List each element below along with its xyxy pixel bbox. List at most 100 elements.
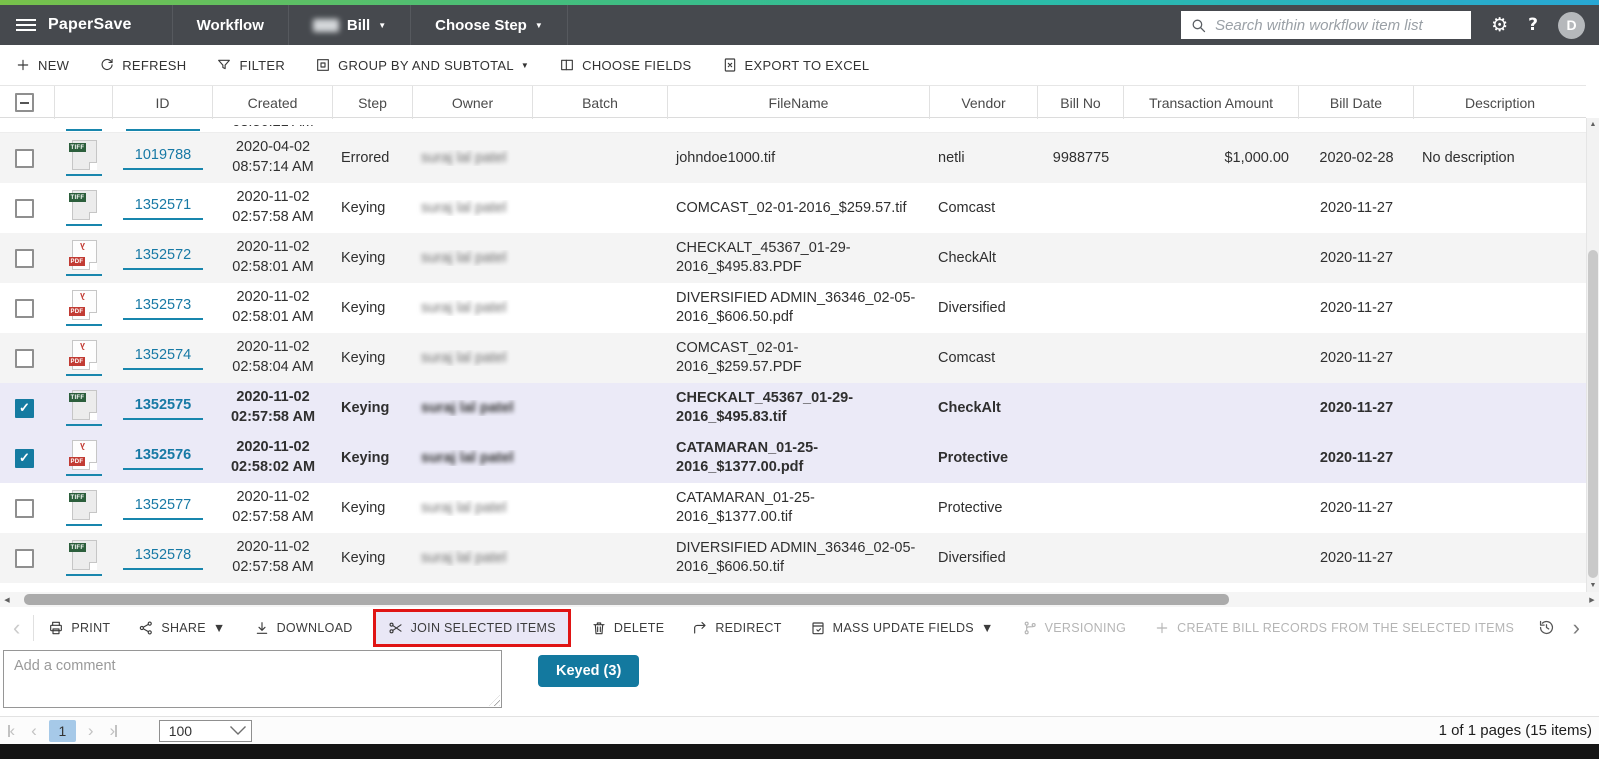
first-page-button[interactable]: ‹ — [0, 722, 23, 739]
page-size-select[interactable]: 100 — [158, 719, 252, 742]
toolbar-button-export-to-excel[interactable]: EXPORT TO EXCEL — [722, 57, 870, 73]
action-button-redirect[interactable]: REDIRECT — [678, 612, 795, 644]
table-row[interactable]: TIFF 1352571 2020-11-02 02:57:58 AM Keying su… — [0, 183, 1586, 233]
select-all-checkbox[interactable] — [15, 93, 34, 112]
table-row[interactable]: λ PDF 1352573 2020-11-02 02:58:01 AM Keying su… — [0, 283, 1586, 333]
toolbar-button-label: FILTER — [239, 57, 286, 73]
history-icon[interactable] — [1537, 618, 1556, 637]
row-checkbox[interactable] — [15, 548, 34, 568]
toolbar-button-new[interactable]: NEW — [15, 57, 69, 73]
previous-page-button[interactable]: ‹ — [23, 722, 45, 739]
actions-scroll-left-chevron[interactable]: ‹ — [0, 616, 33, 639]
avatar[interactable]: D — [1558, 11, 1585, 39]
scroll-right-arrow[interactable]: ▶ — [1585, 592, 1599, 607]
toolbar-button-choose-fields[interactable]: CHOOSE FIELDS — [559, 57, 691, 73]
nav-item-workflow[interactable]: Workflow — [173, 5, 288, 45]
table-row[interactable]: λ PDF 1352574 2020-11-02 02:58:04 AM Keying su… — [0, 333, 1586, 383]
pdf-file-icon[interactable]: λ PDF — [55, 440, 113, 476]
cell-step: Keying — [341, 450, 390, 466]
vertical-scroll-thumb[interactable] — [1588, 250, 1598, 578]
horizontal-scrollbar[interactable]: ◀ ▶ — [0, 592, 1599, 607]
tiff-file-icon[interactable]: TIFF — [55, 140, 113, 176]
row-checkbox[interactable]: ✓ — [15, 448, 34, 468]
toolbar-button-group-by-and-subtotal[interactable]: GROUP BY AND SUBTOTAL ▼ — [315, 57, 529, 73]
column-header-transaction-amount[interactable]: Transaction Amount — [1124, 86, 1299, 119]
item-id-link[interactable]: 1352573 — [122, 297, 204, 320]
actions-scroll-right-chevron[interactable]: › — [1560, 616, 1593, 639]
row-checkbox[interactable] — [15, 498, 34, 518]
gear-icon[interactable]: ⚙ — [1491, 15, 1508, 35]
keyed-status-button[interactable]: Keyed (3) — [538, 655, 640, 687]
search-input[interactable] — [1215, 16, 1463, 34]
scroll-up-arrow[interactable]: ▲ — [1587, 118, 1599, 131]
pdf-file-icon[interactable]: λ PDF — [55, 340, 113, 376]
item-id-link[interactable]: 1352574 — [122, 347, 204, 370]
action-button-join-selected-items[interactable]: JOIN SELECTED ITEMS — [372, 608, 571, 647]
cell-bill-date: 2020-11-27 — [1319, 500, 1394, 516]
last-page-button[interactable]: › — [102, 722, 125, 739]
table-row[interactable]: ✓ λ PDF 1352576 2020-11-02 02:58:02 AM Keying s… — [0, 433, 1586, 483]
row-checkbox[interactable] — [15, 198, 34, 218]
item-id-link[interactable]: 1019788 — [122, 147, 204, 170]
scroll-left-arrow[interactable]: ◀ — [0, 592, 14, 607]
table-row[interactable]: TIFF 1352578 2020-11-02 02:57:58 AM Keying su… — [0, 533, 1586, 583]
toolbar-button-filter[interactable]: FILTER — [216, 57, 285, 73]
item-id-link[interactable]: 1352576 — [122, 447, 204, 470]
vertical-scrollbar[interactable]: ▲ ▼ — [1586, 118, 1599, 592]
help-icon[interactable]: ? — [1528, 16, 1538, 34]
column-header-created[interactable]: Created — [213, 86, 333, 119]
column-header-bill-no[interactable]: Bill No — [1038, 86, 1124, 119]
action-button-download[interactable]: DOWNLOAD — [240, 612, 367, 644]
current-page-indicator[interactable]: 1 — [48, 719, 76, 742]
row-checkbox[interactable] — [15, 348, 34, 368]
column-header-vendor[interactable]: Vendor — [930, 86, 1038, 119]
pdf-file-icon[interactable]: λ PDF — [55, 290, 113, 326]
item-id-link[interactable]: 1352577 — [122, 497, 204, 520]
cell-filename: COMCAST_02-01-2016_$259.57.PDF — [676, 340, 802, 375]
table-row[interactable]: λ PDF 1352572 2020-11-02 02:58:01 AM Keying su… — [0, 233, 1586, 283]
tiff-file-icon[interactable]: TIFF — [55, 540, 113, 576]
column-header-description[interactable]: Description — [1414, 86, 1586, 119]
cell-owner: suraj lal patel — [413, 550, 533, 566]
column-header-step[interactable]: Step — [333, 86, 413, 119]
nav-item-bill[interactable]: Bill ▼ — [289, 5, 410, 45]
row-checkbox[interactable] — [15, 148, 34, 168]
item-id-link[interactable]: 1352575 — [122, 397, 204, 420]
tiff-file-icon[interactable]: TIFF — [55, 490, 113, 526]
chevron-down-icon: ▼ — [212, 620, 226, 635]
tiff-file-icon[interactable]: TIFF — [55, 390, 113, 426]
item-id-link[interactable]: 1352578 — [122, 547, 204, 570]
action-button-mass-update-fields[interactable]: MASS UPDATE FIELDS ▼ — [796, 612, 1008, 644]
horizontal-scroll-thumb[interactable] — [24, 594, 1229, 605]
workflow-items-table: ID Created Step Owner Batch FileName Vendor Bil… — [0, 85, 1586, 592]
column-header-batch[interactable]: Batch — [533, 86, 668, 119]
plus-icon — [15, 57, 31, 73]
item-id-link[interactable]: 1352571 — [122, 197, 204, 220]
table-body: 08:56:21 AM TIFF 1019788 2020-04-0208:57:1… — [0, 118, 1586, 592]
action-button-delete[interactable]: DELETE — [577, 612, 678, 644]
row-checkbox[interactable] — [15, 298, 34, 318]
column-header-owner[interactable]: Owner — [413, 86, 533, 119]
scroll-down-arrow[interactable]: ▼ — [1587, 579, 1599, 592]
tiff-file-icon[interactable]: TIFF — [55, 190, 113, 226]
table-row[interactable]: TIFF 1352577 2020-11-02 02:57:58 AM Keying su… — [0, 483, 1586, 533]
nav-item-choose-step[interactable]: Choose Step ▼ — [411, 5, 567, 45]
comment-input[interactable] — [3, 650, 502, 708]
hamburger-menu-icon[interactable] — [16, 19, 36, 31]
cell-owner: suraj lal patel — [413, 500, 533, 516]
next-page-button[interactable]: › — [80, 722, 102, 739]
column-header-filename[interactable]: FileName — [668, 86, 930, 119]
action-button-share[interactable]: SHARE ▼ — [124, 612, 239, 644]
column-header-id[interactable]: ID — [113, 86, 213, 119]
item-id-link[interactable]: 1352572 — [122, 247, 204, 270]
toolbar-button-refresh[interactable]: REFRESH — [99, 57, 186, 73]
cell-vendor: Diversified — [938, 550, 1006, 566]
action-button-print[interactable]: PRINT — [34, 612, 124, 644]
table-row[interactable]: TIFF 1019788 2020-04-02 08:57:14 AM Errored s… — [0, 133, 1586, 183]
pdf-file-icon[interactable]: λ PDF — [55, 240, 113, 276]
row-checkbox[interactable] — [15, 248, 34, 268]
cell-bill-date: 2020-11-27 — [1319, 250, 1394, 266]
row-checkbox[interactable]: ✓ — [15, 398, 34, 418]
table-row[interactable]: ✓ TIFF 1352575 2020-11-02 02:57:58 AM Keying s… — [0, 383, 1586, 433]
column-header-bill-date[interactable]: Bill Date — [1299, 86, 1414, 119]
